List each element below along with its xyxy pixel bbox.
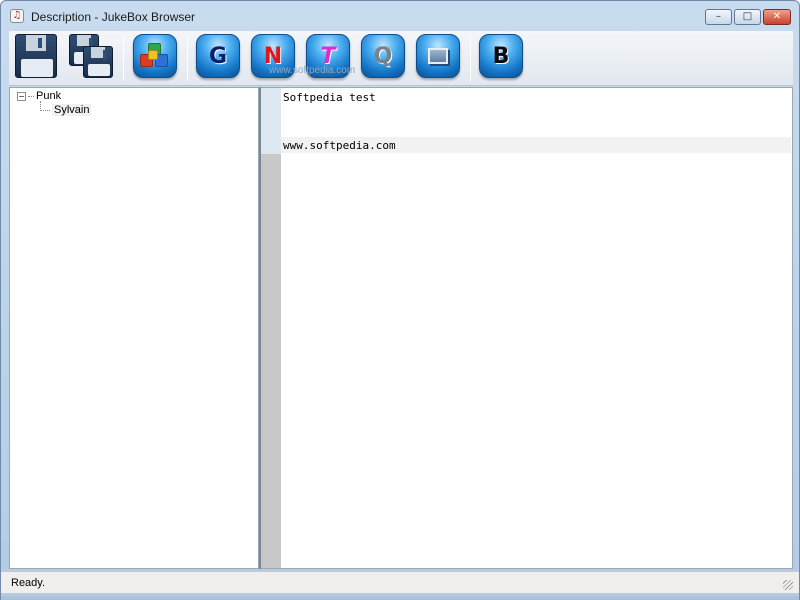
q-letter: Q	[373, 43, 393, 69]
app-icon[interactable]: ♫	[10, 9, 24, 23]
toolbar-separator	[123, 35, 124, 81]
letter-b-icon: B	[479, 34, 523, 78]
floppy-disk-icon	[15, 34, 57, 78]
window-title: Description - JukeBox Browser	[31, 10, 196, 24]
letter-t-icon: T	[306, 34, 350, 78]
n-button[interactable]: N	[251, 34, 297, 80]
g-button[interactable]: G	[196, 34, 242, 80]
toolbar: G N T Q B www.softpedia.com	[9, 31, 793, 86]
close-button[interactable]: ✕	[763, 9, 791, 25]
b-letter: B	[492, 43, 510, 69]
toolbar-separator	[470, 35, 471, 81]
status-text: Ready.	[11, 577, 46, 589]
minimize-button[interactable]: –	[705, 9, 732, 25]
save-all-button[interactable]	[69, 34, 115, 80]
editor-gutter	[261, 88, 281, 568]
caption-buttons: – □ ✕	[705, 9, 791, 25]
letter-g-icon: G	[196, 34, 240, 78]
collapse-icon[interactable]: −	[17, 91, 26, 101]
tree-node-label: Sylvain	[52, 104, 92, 116]
tree-connector	[28, 95, 34, 97]
letter-q-icon: Q	[361, 34, 405, 78]
window-bottom-border	[1, 593, 799, 600]
n-letter: N	[263, 43, 283, 69]
letter-n-icon: N	[251, 34, 295, 78]
editor-gutter-highlight	[261, 88, 281, 154]
editor-line[interactable]: www.softpedia.com	[283, 139, 396, 152]
title-bar[interactable]: ♫ Description - JukeBox Browser – □ ✕	[1, 1, 799, 31]
cubes-button[interactable]	[133, 34, 179, 80]
main-window: ♫ Description - JukeBox Browser – □ ✕ G …	[0, 0, 800, 600]
tree-view[interactable]: − Punk Sylvain	[9, 87, 259, 569]
editor-line[interactable]: Softpedia test	[283, 91, 376, 104]
colored-cubes-icon	[133, 34, 177, 78]
maximize-button[interactable]: □	[734, 9, 761, 25]
tree-connector	[40, 109, 50, 111]
double-floppy-icon	[69, 34, 115, 80]
picture-button[interactable]	[416, 34, 462, 80]
b-button[interactable]: B	[479, 34, 525, 80]
resize-grip-icon[interactable]	[783, 580, 793, 590]
q-button[interactable]: Q	[361, 34, 407, 80]
g-letter: G	[208, 43, 228, 69]
save-button[interactable]	[15, 34, 61, 80]
picture-frame-icon	[416, 34, 460, 78]
description-editor[interactable]: Softpedia test www.softpedia.com	[261, 87, 793, 569]
t-letter: T	[320, 43, 336, 69]
status-bar: Ready.	[1, 571, 799, 593]
tree-node-sylvain[interactable]: Sylvain	[40, 104, 92, 116]
t-button[interactable]: T	[306, 34, 352, 80]
toolbar-separator	[187, 35, 188, 81]
